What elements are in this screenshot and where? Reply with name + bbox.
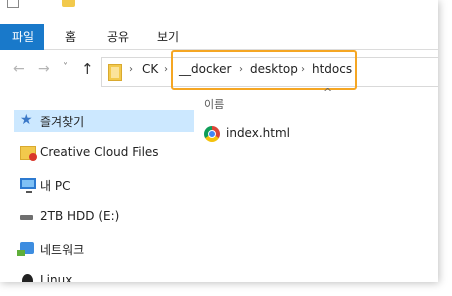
recent-locations-chevron-icon[interactable]: ˅ — [63, 62, 68, 73]
sidebar-item-drive-e[interactable]: 2TB HDD (E:) — [20, 206, 190, 228]
sidebar-item-label: Linux — [40, 273, 73, 282]
chrome-icon — [204, 126, 220, 142]
network-icon — [17, 242, 34, 256]
back-arrow-icon[interactable]: ← — [13, 61, 25, 77]
folder-icon — [108, 64, 122, 81]
computer-icon — [20, 178, 36, 193]
up-arrow-icon[interactable]: ↑ — [81, 60, 94, 78]
forward-arrow-icon[interactable]: → — [38, 61, 50, 77]
sidebar-item-label: 내 PC — [40, 179, 71, 193]
tab-file[interactable]: 파일 — [0, 24, 44, 50]
sidebar-item-label: 네트워크 — [40, 243, 85, 257]
sidebar-item-creative-cloud[interactable]: Creative Cloud Files — [20, 142, 190, 164]
drive-icon — [20, 215, 33, 220]
sidebar-item-label: 즐겨찾기 — [40, 115, 85, 129]
ribbon-tabs: 파일 홈 공유 보기 — [0, 24, 438, 50]
sidebar-item-network[interactable]: 네트워크 — [17, 238, 190, 260]
sidebar-item-label: 2TB HDD (E:) — [40, 209, 120, 223]
breadcrumb-ck[interactable]: CK — [142, 62, 158, 76]
navigation-pane: ★ 즐겨찾기 Creative Cloud Files 내 PC 2TB HDD… — [0, 96, 194, 282]
sort-ascending-icon[interactable]: ^ — [323, 86, 332, 99]
creative-cloud-folder-icon — [20, 146, 37, 161]
sidebar-item-this-pc[interactable]: 내 PC — [20, 174, 190, 196]
tab-view[interactable]: 보기 — [157, 24, 179, 50]
folder-icon — [62, 0, 75, 7]
path-highlight-box — [171, 50, 357, 90]
star-icon: ★ — [20, 112, 33, 128]
column-header-name[interactable]: 이름 — [204, 96, 224, 112]
sidebar-item-label: Creative Cloud Files — [40, 145, 159, 159]
file-name: index.html — [226, 126, 290, 140]
file-explorer-window: 파일 홈 공유 보기 ← → ˅ ↑ › CK › __docker › des… — [0, 0, 438, 282]
sidebar-item-linux[interactable]: Linux — [20, 270, 190, 282]
list-item[interactable]: index.html — [204, 124, 404, 146]
tab-share[interactable]: 공유 — [107, 24, 129, 50]
breadcrumb-separator-icon[interactable]: › — [164, 64, 168, 75]
breadcrumb-separator-icon[interactable]: › — [129, 64, 133, 75]
linux-icon — [22, 274, 33, 282]
sidebar-item-quick-access[interactable]: ★ 즐겨찾기 — [14, 110, 194, 132]
title-bar — [0, 0, 438, 20]
quick-access-checkbox-icon[interactable] — [7, 0, 19, 8]
tab-home[interactable]: 홈 — [65, 24, 76, 50]
